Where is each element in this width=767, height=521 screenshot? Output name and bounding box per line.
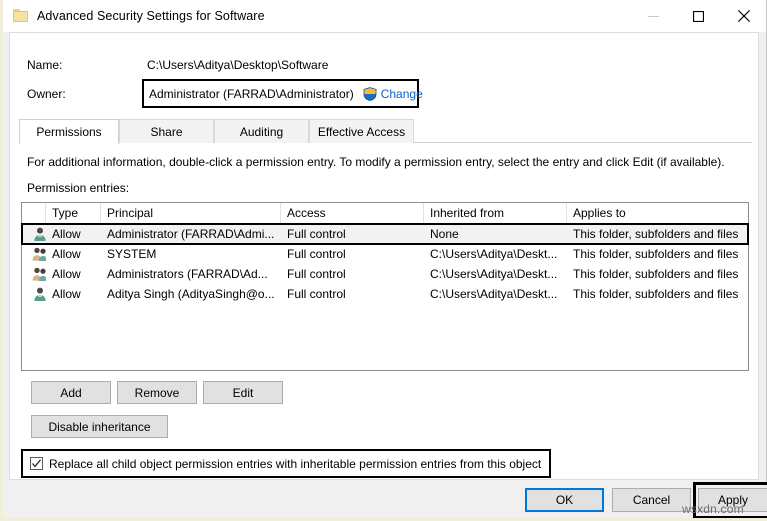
- column-header-access[interactable]: Access: [281, 203, 424, 223]
- row-inherited-from: C:\Users\Aditya\Deskt...: [424, 284, 567, 304]
- row-access: Full control: [281, 224, 424, 244]
- remove-button[interactable]: Remove: [117, 381, 197, 404]
- column-header-principal[interactable]: Principal: [101, 203, 281, 223]
- permission-entries-list[interactable]: Type Principal Access Inherited from App…: [21, 202, 749, 371]
- cancel-button[interactable]: Cancel: [612, 488, 691, 512]
- maximize-button[interactable]: [676, 0, 721, 32]
- edit-button[interactable]: Edit: [203, 381, 283, 404]
- name-value: C:\Users\Aditya\Desktop\Software: [147, 58, 328, 72]
- row-access: Full control: [281, 284, 424, 304]
- row-applies-to: This folder, subfolders and files: [567, 244, 748, 264]
- group-icon: [32, 246, 46, 262]
- window-title: Advanced Security Settings for Software: [37, 9, 265, 23]
- replace-permissions-label: Replace all child object permission entr…: [49, 457, 541, 471]
- row-icon-cell: [22, 264, 46, 284]
- dialog-content: Name: C:\Users\Aditya\Desktop\Software O…: [9, 32, 759, 479]
- owner-label: Owner:: [27, 87, 66, 101]
- disable-inheritance-button[interactable]: Disable inheritance: [31, 415, 168, 438]
- owner-value: Administrator (FARRAD\Administrator): [149, 87, 354, 101]
- dialog-footer: OK Cancel Apply: [9, 479, 759, 521]
- row-inherited-from: C:\Users\Aditya\Deskt...: [424, 264, 567, 284]
- window-controls: [631, 0, 766, 32]
- row-icon-cell: [22, 284, 46, 304]
- row-access: Full control: [281, 244, 424, 264]
- replace-checkbox-highlight-box: Replace all child object permission entr…: [21, 449, 551, 478]
- owner-highlight-box: Administrator (FARRAD\Administrator) Cha…: [142, 79, 419, 108]
- change-owner-link[interactable]: Change: [381, 87, 423, 101]
- row-icon-cell: [22, 244, 46, 264]
- row-applies-to: This folder, subfolders and files: [567, 264, 748, 284]
- advanced-security-settings-dialog: Advanced Security Settings for Software …: [0, 0, 767, 521]
- column-header-type[interactable]: Type: [46, 203, 101, 223]
- table-row[interactable]: Allow SYSTEM Full control C:\Users\Adity…: [22, 244, 748, 264]
- row-principal: SYSTEM: [101, 244, 281, 264]
- row-principal: Administrator (FARRAD\Admi...: [101, 224, 281, 244]
- table-row[interactable]: Allow Administrators (FARRAD\Ad... Full …: [22, 264, 748, 284]
- list-rows: Allow Administrator (FARRAD\Admi... Full…: [22, 224, 748, 304]
- permission-entries-label: Permission entries:: [27, 181, 129, 195]
- row-applies-to: This folder, subfolders and files: [567, 224, 748, 244]
- row-type: Allow: [46, 244, 101, 264]
- row-icon-cell: [22, 224, 46, 244]
- name-label: Name:: [27, 58, 62, 72]
- uac-shield-icon: [363, 87, 377, 101]
- row-type: Allow: [46, 284, 101, 304]
- tab-strip: Permissions Share Auditing Effective Acc…: [19, 119, 758, 143]
- folder-icon: [13, 9, 29, 23]
- column-header-inherited-from[interactable]: Inherited from: [424, 203, 567, 223]
- user-icon: [32, 226, 46, 242]
- list-header-row: Type Principal Access Inherited from App…: [22, 203, 748, 224]
- row-type: Allow: [46, 224, 101, 244]
- title-bar: Advanced Security Settings for Software: [3, 0, 766, 32]
- close-button[interactable]: [721, 0, 766, 32]
- minimize-button[interactable]: [631, 0, 676, 32]
- tab-auditing[interactable]: Auditing: [214, 119, 309, 143]
- ok-button[interactable]: OK: [525, 488, 604, 512]
- tab-effective-access[interactable]: Effective Access: [309, 119, 414, 143]
- row-principal: Aditya Singh (AdityaSingh@o...: [101, 284, 281, 304]
- user-icon: [32, 286, 46, 302]
- row-access: Full control: [281, 264, 424, 284]
- group-icon: [32, 266, 46, 282]
- row-principal: Administrators (FARRAD\Ad...: [101, 264, 281, 284]
- row-type: Allow: [46, 264, 101, 284]
- table-row[interactable]: Allow Aditya Singh (AdityaSingh@o... Ful…: [22, 284, 748, 304]
- tab-permissions[interactable]: Permissions: [19, 119, 119, 144]
- tab-share[interactable]: Share: [119, 119, 214, 143]
- row-inherited-from: None: [424, 224, 567, 244]
- column-header-icon: [22, 203, 46, 223]
- row-applies-to: This folder, subfolders and files: [567, 284, 748, 304]
- info-text: For additional information, double-click…: [27, 155, 725, 169]
- watermark: wsxdn.com: [682, 502, 744, 516]
- column-header-applies-to[interactable]: Applies to: [567, 203, 748, 223]
- replace-permissions-checkbox[interactable]: [30, 457, 43, 470]
- table-row[interactable]: Allow Administrator (FARRAD\Admi... Full…: [22, 224, 748, 244]
- row-inherited-from: C:\Users\Aditya\Deskt...: [424, 244, 567, 264]
- add-button[interactable]: Add: [31, 381, 111, 404]
